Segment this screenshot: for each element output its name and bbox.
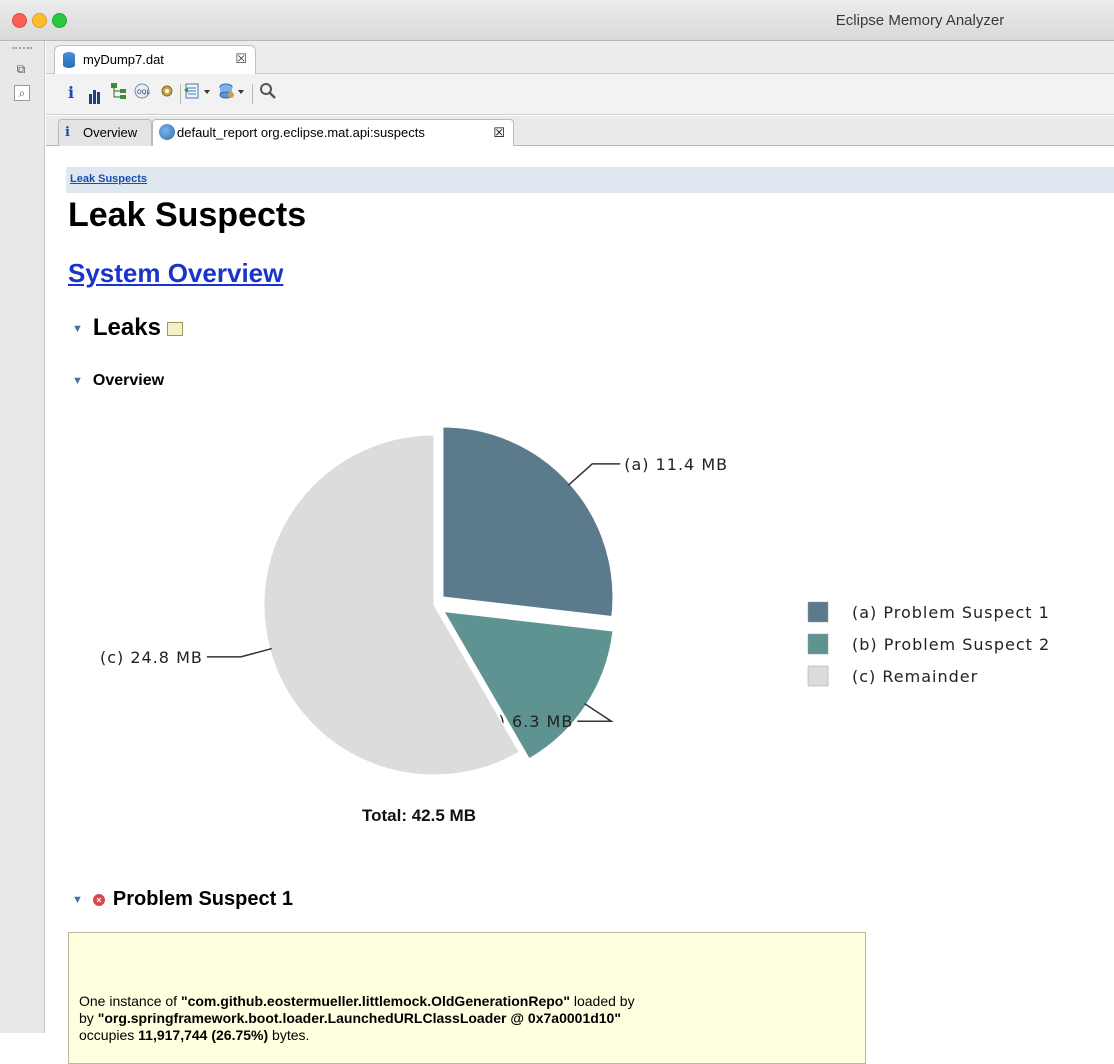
window-title: Eclipse Memory Analyzer bbox=[835, 12, 1005, 29]
window-titlebar: Eclipse Memory Analyzer bbox=[0, 0, 1114, 41]
report-icon bbox=[159, 120, 175, 148]
suspect-prefix: One instance of bbox=[79, 993, 181, 1009]
toolbar-separator bbox=[180, 84, 181, 104]
legend-swatch bbox=[807, 633, 829, 655]
toolbar: i OQL bbox=[46, 74, 1114, 115]
suspect-bytes-value: 11,917,744 (26.75%) bbox=[138, 1027, 269, 1043]
dominator-tree-icon[interactable] bbox=[110, 82, 128, 104]
svg-text:OQL: OQL bbox=[137, 89, 150, 96]
gear-icon[interactable] bbox=[158, 82, 176, 104]
overview-info-icon[interactable]: i bbox=[64, 82, 78, 104]
pie-slice bbox=[442, 426, 614, 618]
report-tab-strip: i Overview default_report org.eclipse.ma… bbox=[46, 116, 1114, 146]
suspect-bytes-suffix: bytes. bbox=[268, 1027, 310, 1043]
tab-overview[interactable]: i Overview bbox=[58, 119, 152, 146]
trim-drag-handle[interactable] bbox=[12, 47, 32, 53]
info-icon: i bbox=[65, 125, 70, 140]
maximize-window-button[interactable] bbox=[52, 13, 67, 28]
leaks-pie-chart: (a) 11.4 MB(b) 6.3 MB(c) 24.8 MBTotal: 4… bbox=[100, 426, 1050, 825]
oql-icon[interactable]: OQL bbox=[134, 82, 152, 104]
slice-label: (a) 11.4 MB bbox=[624, 455, 728, 474]
page-title: Leak Suspects bbox=[68, 196, 307, 234]
left-trim-bar: ⧉ ⌕ bbox=[0, 41, 45, 1033]
collapse-triangle-icon[interactable]: ▼ bbox=[72, 323, 83, 335]
legend-swatch bbox=[807, 665, 829, 687]
breadcrumb-link-leak-suspects[interactable]: Leak Suspects bbox=[70, 173, 147, 185]
close-tab-icon[interactable]: ☒ bbox=[235, 51, 247, 67]
search-icon[interactable] bbox=[258, 82, 278, 104]
chart-total-label: Total: 42.5 MB bbox=[362, 806, 476, 825]
problem-suspect-title: Problem Suspect 1 bbox=[112, 888, 293, 910]
restore-icon[interactable]: ⧉ bbox=[11, 59, 31, 79]
suspect-classloader: "org.springframework.boot.loader.Launche… bbox=[97, 1010, 621, 1026]
query-browser-icon[interactable] bbox=[218, 82, 248, 104]
run-report-icon[interactable] bbox=[184, 82, 214, 104]
system-overview-link[interactable]: System Overview bbox=[68, 258, 283, 289]
legend-label: (a) Problem Suspect 1 bbox=[852, 603, 1050, 622]
tab-report-label: default_report org.eclipse.mat.api:suspe… bbox=[177, 125, 425, 140]
histogram-icon[interactable] bbox=[86, 82, 104, 104]
breadcrumb: Leak Suspects bbox=[66, 167, 1114, 193]
tab-overview-label: Overview bbox=[83, 125, 138, 140]
toolbar-separator bbox=[252, 84, 253, 104]
error-icon: × bbox=[92, 893, 105, 906]
legend-label: (b) Problem Suspect 2 bbox=[852, 635, 1050, 654]
suspect-occupies: occupies bbox=[79, 1027, 139, 1043]
leaks-heading: Leaks bbox=[92, 314, 161, 341]
problem-suspect-header[interactable]: ▼ × Problem Suspect 1 bbox=[72, 888, 293, 911]
collapse-triangle-icon[interactable]: ▼ bbox=[72, 894, 83, 906]
legend-label: (c) Remainder bbox=[852, 667, 978, 686]
editor-tab-label: myDump7.dat bbox=[83, 52, 164, 67]
problem-suspect-description: One instance of "com.github.eostermuelle… bbox=[68, 932, 866, 1064]
slice-label: (c) 24.8 MB bbox=[100, 648, 203, 667]
editor-tab-heap-dump[interactable]: myDump7.dat ☒ bbox=[54, 45, 256, 74]
editor-tab-strip: myDump7.dat ☒ bbox=[46, 41, 1114, 74]
tab-default-report[interactable]: default_report org.eclipse.mat.api:suspe… bbox=[152, 119, 514, 146]
close-window-button[interactable] bbox=[12, 13, 27, 28]
collapse-triangle-icon[interactable]: ▼ bbox=[72, 375, 83, 387]
minimize-window-button[interactable] bbox=[32, 13, 47, 28]
leaks-section-header[interactable]: ▼ Leaks bbox=[72, 314, 183, 342]
suspect-description-text: One instance of "com.github.eostermuelle… bbox=[79, 993, 635, 1043]
legend-swatch bbox=[807, 601, 829, 623]
heap-dump-icon bbox=[63, 52, 75, 68]
inspector-icon[interactable]: ⌕ bbox=[14, 85, 30, 101]
leader-line bbox=[206, 647, 272, 658]
suspect-class-name: "com.github.eostermueller.littlemock.Old… bbox=[180, 993, 570, 1009]
details-icon[interactable] bbox=[166, 321, 183, 336]
suspect-loaded-by: loaded by bbox=[569, 993, 635, 1009]
close-tab-icon[interactable]: ☒ bbox=[493, 120, 505, 145]
leader-line bbox=[567, 463, 621, 486]
report-content: Leak Suspects Leak Suspects System Overv… bbox=[46, 146, 1114, 1064]
